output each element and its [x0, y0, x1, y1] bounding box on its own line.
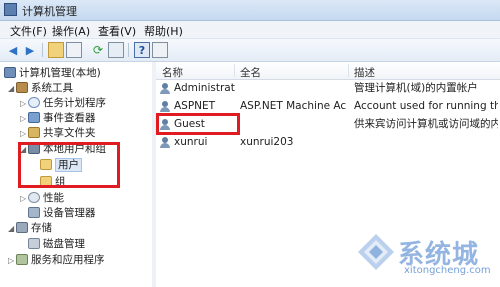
list-header: 名称 全名 描述: [156, 62, 500, 80]
properties-icon[interactable]: [152, 42, 168, 58]
disk-icon: [28, 238, 40, 249]
user-description: 供来宾访问计算机或访问域的内...: [354, 118, 498, 130]
highlight-box-guest: [156, 113, 240, 135]
computer-management-icon: [4, 67, 16, 78]
expand-arrow-icon[interactable]: ▷: [20, 127, 28, 141]
tree-item-performance[interactable]: ▷ 性能: [20, 191, 64, 205]
expand-arrow-icon[interactable]: ▷: [8, 254, 16, 268]
expand-arrow-icon[interactable]: ▷: [20, 97, 28, 111]
toolbar: ◀ ▶ ⟳ ?: [0, 39, 500, 62]
user-icon: [159, 101, 171, 112]
tree-item-services-apps[interactable]: ▷ 服务和应用程序: [8, 253, 105, 267]
show-hide-tree-icon[interactable]: [66, 42, 82, 58]
menu-help[interactable]: 帮助(H): [144, 23, 183, 39]
menu-file[interactable]: 文件(F): [10, 23, 47, 39]
window-title: 计算机管理: [22, 5, 77, 18]
tree-item-event-viewer[interactable]: ▷ 事件查看器: [20, 111, 96, 125]
tree-item-system-tools[interactable]: ◢ 系统工具: [8, 81, 73, 95]
computer-management-icon: [4, 3, 17, 16]
column-header-description[interactable]: 描述: [354, 65, 375, 80]
tree-item-device-manager[interactable]: 设备管理器: [28, 206, 96, 220]
column-divider[interactable]: [234, 64, 235, 77]
list-item[interactable]: Administrat... 管理计算机(域)的内置帐户: [156, 80, 500, 97]
user-name: Administrat...: [174, 82, 236, 94]
toolbar-separator: [128, 43, 129, 57]
export-icon[interactable]: [108, 42, 124, 58]
back-icon[interactable]: ◀: [5, 42, 21, 58]
up-folder-icon[interactable]: [48, 42, 64, 58]
performance-icon: [28, 192, 40, 203]
tree-item-disk-management[interactable]: 磁盘管理: [28, 237, 85, 251]
services-icon: [16, 254, 28, 265]
forward-icon[interactable]: ▶: [22, 42, 38, 58]
user-icon: [159, 137, 171, 148]
tree-item-shared-folders[interactable]: ▷ 共享文件夹: [20, 126, 96, 140]
column-header-name[interactable]: 名称: [162, 65, 183, 80]
device-manager-icon: [28, 207, 40, 218]
menu-bar: 文件(F) 操作(A) 查看(V) 帮助(H): [0, 21, 500, 39]
tree-item-storage[interactable]: ◢ 存储: [8, 221, 52, 235]
title-bar: 计算机管理: [0, 0, 500, 21]
watermark-url: xitongcheng.com: [404, 265, 491, 276]
event-viewer-icon: [28, 112, 40, 123]
user-description: 管理计算机(域)的内置帐户: [354, 82, 478, 94]
clock-icon: [28, 97, 40, 108]
column-header-full-name[interactable]: 全名: [240, 65, 261, 80]
highlight-box-local-users: [18, 142, 120, 188]
collapse-arrow-icon[interactable]: ◢: [8, 82, 16, 96]
brand-logo-icon: [358, 234, 394, 270]
column-divider[interactable]: [348, 64, 349, 77]
user-full-name: ASP.NET Machine Acc...: [240, 100, 346, 112]
expand-arrow-icon[interactable]: ▷: [20, 112, 28, 126]
user-description: Account used for running the ...: [354, 100, 498, 112]
shared-folder-icon: [28, 127, 40, 138]
toolbar-separator: [42, 43, 43, 57]
list-item[interactable]: xunrui xunrui203: [156, 134, 500, 151]
refresh-icon[interactable]: ⟳: [90, 42, 106, 58]
menu-action[interactable]: 操作(A): [52, 23, 90, 39]
tree-item-root[interactable]: 计算机管理(本地): [4, 66, 101, 80]
tree-item-task-scheduler[interactable]: ▷ 任务计划程序: [20, 96, 106, 110]
expand-arrow-icon[interactable]: ▷: [20, 192, 28, 206]
tools-icon: [16, 82, 28, 93]
user-full-name: xunrui203: [240, 136, 294, 148]
storage-icon: [16, 222, 28, 233]
menu-view[interactable]: 查看(V): [98, 23, 136, 39]
help-icon[interactable]: ?: [134, 42, 150, 58]
collapse-arrow-icon[interactable]: ◢: [8, 222, 16, 236]
user-icon: [159, 83, 171, 94]
user-name: xunrui: [174, 136, 208, 148]
